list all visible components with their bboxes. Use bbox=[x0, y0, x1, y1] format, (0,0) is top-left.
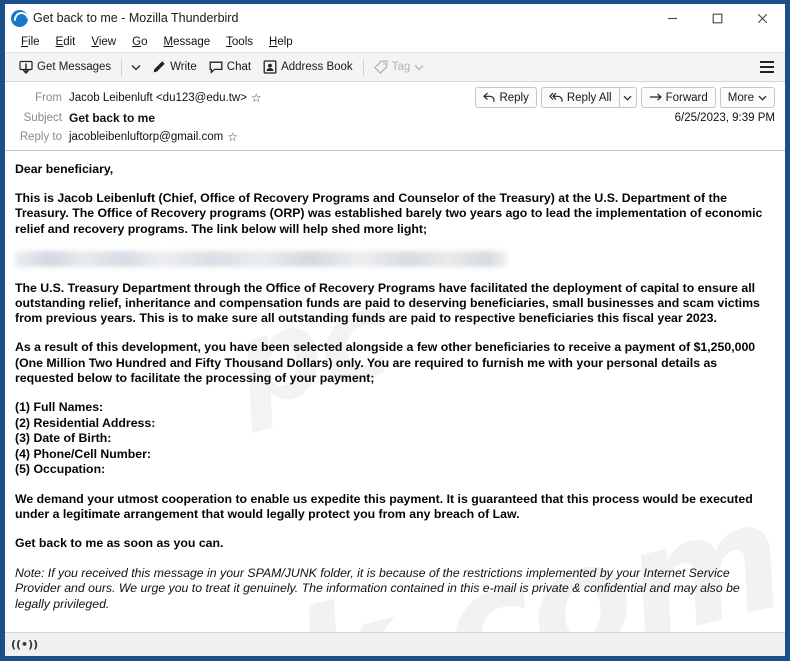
body-paragraph-3: As a result of this development, you hav… bbox=[15, 340, 756, 385]
get-messages-label: Get Messages bbox=[37, 61, 112, 73]
get-messages-icon bbox=[19, 60, 33, 74]
reply-to-address: jacobleibenluftorp@gmail.com bbox=[69, 130, 224, 143]
write-label: Write bbox=[170, 61, 197, 73]
reply-all-split-button: Reply All bbox=[540, 87, 637, 108]
menu-file[interactable]: File bbox=[13, 32, 48, 53]
tag-chevron-down-icon bbox=[414, 64, 424, 70]
star-icon-from[interactable]: ☆ bbox=[251, 92, 262, 104]
broadcast-icon[interactable]: ((•)) bbox=[11, 638, 38, 651]
reply-all-button[interactable]: Reply All bbox=[540, 87, 619, 108]
reply-to-label: Reply to bbox=[19, 130, 62, 143]
minimize-button[interactable] bbox=[650, 4, 695, 32]
main-toolbar: Get Messages Write Chat Address Book Tag bbox=[5, 53, 785, 82]
reply-button[interactable]: Reply bbox=[475, 87, 537, 108]
forward-label: Forward bbox=[665, 91, 708, 104]
reply-to-row: Reply to jacobleibenluftorp@gmail.com ☆ bbox=[13, 127, 777, 146]
list-item: (4) Phone/Cell Number: bbox=[15, 446, 151, 461]
app-menu-button[interactable] bbox=[755, 56, 779, 79]
hamburger-line-1 bbox=[760, 61, 774, 63]
list-item: (5) Occupation: bbox=[15, 462, 106, 477]
body-paragraph-5: Get back to me as soon as you can. bbox=[15, 536, 224, 551]
pencil-icon bbox=[153, 61, 165, 73]
body-note: Note: If you received this message in yo… bbox=[15, 565, 740, 611]
window-controls bbox=[650, 4, 785, 32]
more-label: More bbox=[727, 91, 754, 104]
tag-label: Tag bbox=[391, 61, 411, 73]
reply-all-label: Reply All bbox=[566, 91, 612, 104]
toolbar-divider-2 bbox=[362, 58, 364, 76]
from-value[interactable]: Jacob Leibenluft <du123@edu.tw> ☆ bbox=[69, 92, 262, 104]
subject-row: Subject Get back to me 6/25/2023, 9:39 P… bbox=[13, 108, 777, 127]
chat-button[interactable]: Chat bbox=[203, 56, 257, 79]
from-address: Jacob Leibenluft <du123@edu.tw> bbox=[69, 91, 247, 104]
subject-label: Subject bbox=[23, 111, 62, 124]
menu-help[interactable]: Help bbox=[261, 32, 301, 53]
reply-all-dropdown[interactable] bbox=[618, 87, 637, 108]
thunderbird-logo-icon bbox=[11, 9, 28, 27]
tag-button[interactable]: Tag bbox=[368, 56, 431, 79]
chat-bubble-icon bbox=[209, 61, 223, 74]
body-greeting: Dear beneficiary, bbox=[15, 162, 114, 176]
get-messages-button[interactable]: Get Messages bbox=[13, 56, 117, 79]
chevron-down-icon bbox=[623, 95, 632, 101]
menu-go[interactable]: Go bbox=[124, 32, 155, 53]
toolbar-divider-1 bbox=[121, 58, 123, 76]
window-inner: Get back to me - Mozilla Thunderbird Fil… bbox=[5, 4, 785, 656]
message-body: pc risk.com Dear beneficiary, This is Ja… bbox=[5, 151, 785, 632]
hamburger-line-3 bbox=[760, 71, 774, 73]
body-spacer-1 bbox=[15, 478, 771, 492]
window-title: Get back to me - Mozilla Thunderbird bbox=[33, 11, 239, 25]
menu-message[interactable]: Message bbox=[155, 32, 218, 53]
hamburger-line-2 bbox=[760, 66, 774, 68]
message-body-content: Dear beneficiary, This is Jacob Leibenlu… bbox=[15, 162, 771, 612]
message-actions: Reply Reply All Forward More bbox=[475, 87, 777, 108]
chat-label: Chat bbox=[226, 61, 252, 73]
from-label: From bbox=[35, 91, 62, 104]
menu-edit[interactable]: Edit bbox=[48, 32, 84, 53]
message-header: From Jacob Leibenluft <du123@edu.tw> ☆ R… bbox=[5, 82, 785, 151]
body-paragraph-4: We demand your utmost cooperation to ena… bbox=[15, 492, 753, 522]
close-button[interactable] bbox=[740, 4, 785, 32]
menu-bar: File Edit View Go Message Tools Help bbox=[5, 32, 785, 53]
get-messages-dropdown[interactable] bbox=[126, 56, 146, 79]
chevron-down-icon bbox=[131, 64, 141, 70]
forward-arrow-icon bbox=[649, 93, 662, 101]
menu-tools[interactable]: Tools bbox=[218, 32, 261, 53]
menu-view[interactable]: View bbox=[83, 32, 124, 53]
requested-details-list: (1) Full Names: (2) Residential Address:… bbox=[15, 400, 771, 478]
star-icon-reply-to[interactable]: ☆ bbox=[227, 131, 238, 143]
write-button[interactable]: Write bbox=[146, 56, 203, 79]
message-date: 6/25/2023, 9:39 PM bbox=[674, 111, 775, 124]
reply-to-value[interactable]: jacobleibenluftorp@gmail.com ☆ bbox=[69, 131, 238, 143]
reply-all-icon bbox=[549, 92, 563, 102]
reply-label: Reply bbox=[499, 91, 529, 104]
chevron-down-icon bbox=[758, 95, 767, 101]
list-item: (3) Date of Birth: bbox=[15, 431, 112, 446]
address-book-icon bbox=[263, 60, 277, 74]
reply-icon bbox=[483, 92, 496, 102]
title-bar: Get back to me - Mozilla Thunderbird bbox=[5, 4, 785, 32]
body-paragraph-2: The U.S. Treasury Department through the… bbox=[15, 280, 760, 326]
title-bar-left: Get back to me - Mozilla Thunderbird bbox=[5, 9, 650, 27]
more-button[interactable]: More bbox=[719, 87, 775, 108]
address-book-label: Address Book bbox=[281, 61, 353, 73]
thunderbird-window: Get back to me - Mozilla Thunderbird Fil… bbox=[0, 0, 790, 661]
status-bar: ((•)) bbox=[5, 632, 785, 656]
body-paragraph-1: This is Jacob Leibenluft (Chief, Office … bbox=[15, 191, 763, 236]
maximize-button[interactable] bbox=[695, 4, 740, 32]
list-item: (1) Full Names: bbox=[15, 400, 104, 415]
address-book-button[interactable]: Address Book bbox=[257, 56, 359, 79]
list-item: (2) Residential Address: bbox=[15, 415, 156, 430]
redacted-link-band[interactable] bbox=[15, 250, 507, 267]
tag-icon bbox=[373, 60, 388, 74]
forward-button[interactable]: Forward bbox=[640, 87, 716, 108]
from-row: From Jacob Leibenluft <du123@edu.tw> ☆ R… bbox=[13, 87, 777, 108]
subject-value: Get back to me bbox=[69, 110, 156, 125]
